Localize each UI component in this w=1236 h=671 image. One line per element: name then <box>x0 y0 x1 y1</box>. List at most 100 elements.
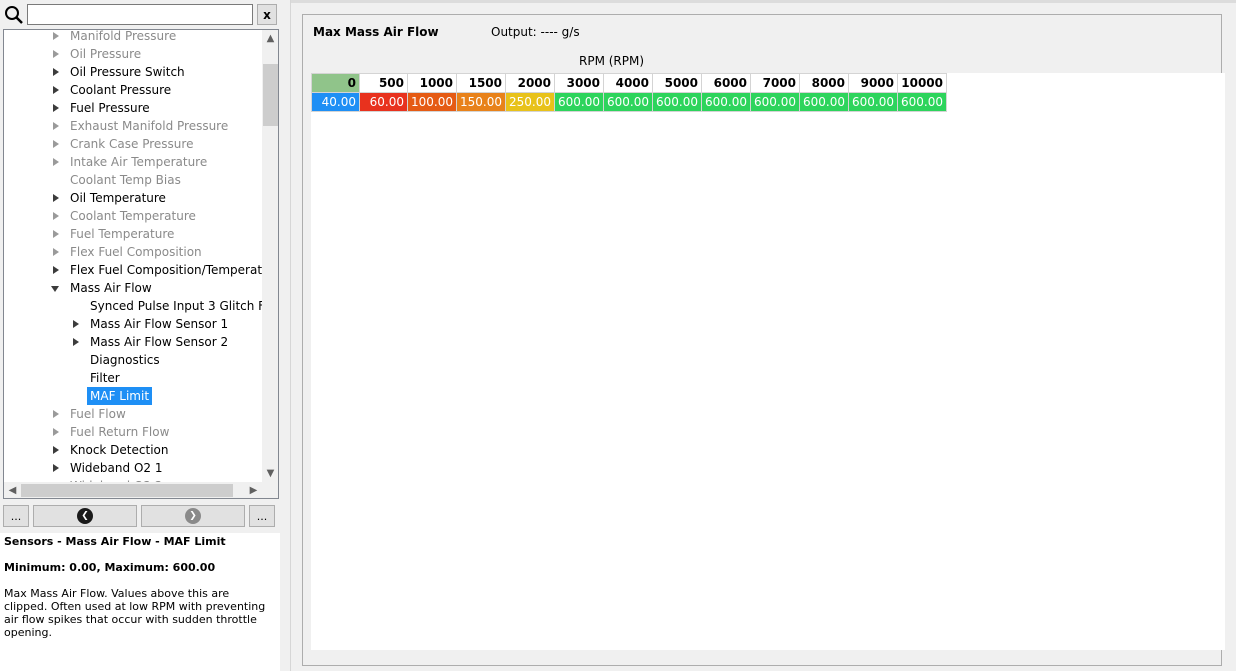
tree-item[interactable]: Oil Pressure Switch <box>4 63 262 81</box>
tree-item[interactable]: Oil Temperature <box>4 189 262 207</box>
table-title: Max Mass Air Flow <box>313 25 439 39</box>
vertical-scrollbar[interactable]: ▲ ▼ <box>262 30 278 482</box>
column-header-cell[interactable]: 3000 <box>554 73 604 93</box>
horizontal-scrollbar[interactable]: ◀ ▶ <box>4 482 262 498</box>
value-cell[interactable]: 100.00 <box>407 92 457 112</box>
value-cell[interactable]: 600.00 <box>554 92 604 112</box>
tree-item[interactable]: Coolant Temp Bias <box>4 171 262 189</box>
tree-item-label: Coolant Temp Bias <box>70 173 181 187</box>
tree-item[interactable]: Flex Fuel Composition/Temperature S <box>4 261 262 279</box>
tree-item-label: Mass Air Flow Sensor 1 <box>90 317 229 331</box>
tree-item[interactable]: Oil Pressure <box>4 45 262 63</box>
value-cell[interactable]: 600.00 <box>848 92 898 112</box>
collapsed-arrow-icon[interactable] <box>73 320 79 328</box>
tree-item[interactable]: Mass Air Flow <box>4 279 262 297</box>
value-cell[interactable]: 150.00 <box>456 92 506 112</box>
collapsed-arrow-icon[interactable] <box>53 266 59 274</box>
column-header-cell[interactable]: 5000 <box>652 73 702 93</box>
column-header-cell[interactable]: 10000 <box>897 73 947 93</box>
collapsed-arrow-icon[interactable] <box>53 104 59 112</box>
search-input[interactable] <box>27 4 253 25</box>
collapsed-arrow-icon[interactable] <box>53 68 59 76</box>
tree-item[interactable]: Knock Detection <box>4 441 262 459</box>
tree-item[interactable]: MAF Limit <box>4 387 262 405</box>
value-cell[interactable]: 600.00 <box>897 92 947 112</box>
axis-value-cell[interactable]: 40.00 <box>311 92 360 112</box>
scroll-up-icon[interactable]: ▲ <box>262 30 278 47</box>
collapsed-arrow-icon[interactable] <box>53 446 59 454</box>
tree-item[interactable]: Synced Pulse Input 3 Glitch Filter <box>4 297 262 315</box>
tree-item-label: Fuel Flow <box>70 407 126 421</box>
collapsed-arrow-icon[interactable] <box>53 428 59 436</box>
column-header-cell[interactable]: 6000 <box>701 73 751 93</box>
tree-item[interactable]: Coolant Pressure <box>4 81 262 99</box>
hscroll-thumb[interactable] <box>21 484 233 497</box>
collapsed-arrow-icon[interactable] <box>53 410 59 418</box>
value-cell[interactable]: 600.00 <box>799 92 849 112</box>
collapsed-arrow-icon[interactable] <box>53 86 59 94</box>
tree-item[interactable]: Intake Air Temperature <box>4 153 262 171</box>
more-left-button[interactable]: ... <box>3 505 29 527</box>
tree-item[interactable]: Mass Air Flow Sensor 2 <box>4 333 262 351</box>
tree-item-label: Fuel Temperature <box>70 227 175 241</box>
tree-item[interactable]: Exhaust Manifold Pressure <box>4 117 262 135</box>
value-cell[interactable]: 60.00 <box>359 92 408 112</box>
collapsed-arrow-icon[interactable] <box>53 464 59 472</box>
column-header-cell[interactable]: 500 <box>359 73 408 93</box>
search-bar: x <box>0 0 282 28</box>
tree-item-label: Oil Temperature <box>70 191 166 205</box>
tree-item[interactable]: Fuel Temperature <box>4 225 262 243</box>
scroll-left-icon[interactable]: ◀ <box>4 482 21 498</box>
tree-item[interactable]: Flex Fuel Composition <box>4 243 262 261</box>
value-cell[interactable]: 600.00 <box>750 92 800 112</box>
value-cell[interactable]: 600.00 <box>652 92 702 112</box>
tree-item[interactable]: Fuel Pressure <box>4 99 262 117</box>
column-header-cell[interactable]: 2000 <box>505 73 555 93</box>
scroll-thumb[interactable] <box>263 64 278 126</box>
collapsed-arrow-icon[interactable] <box>53 32 59 40</box>
tree-item[interactable]: Filter <box>4 369 262 387</box>
collapsed-arrow-icon[interactable] <box>53 158 59 166</box>
tree-item[interactable]: Diagnostics <box>4 351 262 369</box>
info-description: Max Mass Air Flow. Values above this are… <box>4 587 266 639</box>
tree-item[interactable]: Crank Case Pressure <box>4 135 262 153</box>
search-icon[interactable] <box>3 4 25 26</box>
expanded-arrow-icon[interactable] <box>51 286 59 292</box>
column-header-cell[interactable]: 7000 <box>750 73 800 93</box>
tree-item[interactable]: Wideband O2 1 <box>4 459 262 477</box>
column-header-cell[interactable]: 8000 <box>799 73 849 93</box>
collapsed-arrow-icon[interactable] <box>53 140 59 148</box>
table-area: 0 500 1000 1500 2000 3000 4000 5000 6000 7000 800… <box>311 73 1225 650</box>
back-button[interactable]: ❮ <box>33 505 137 527</box>
tree-item[interactable]: Coolant Temperature <box>4 207 262 225</box>
tree-item[interactable]: Fuel Flow <box>4 405 262 423</box>
collapsed-arrow-icon[interactable] <box>53 212 59 220</box>
collapsed-arrow-icon[interactable] <box>53 122 59 130</box>
column-header-cell[interactable]: 1500 <box>456 73 506 93</box>
tree-item-label: Oil Pressure Switch <box>70 65 185 79</box>
forward-button[interactable]: ❯ <box>141 505 245 527</box>
tree-item-label: Coolant Temperature <box>70 209 196 223</box>
column-header-cell[interactable]: 9000 <box>848 73 898 93</box>
collapsed-arrow-icon[interactable] <box>73 338 79 346</box>
clear-search-button[interactable]: x <box>257 4 277 25</box>
settings-tree: Manifold Pressure Oil Pressure Oil Pressur… <box>3 29 279 499</box>
collapsed-arrow-icon[interactable] <box>53 248 59 256</box>
corner-cell[interactable]: 0 <box>311 73 360 93</box>
column-header-cell[interactable]: 1000 <box>407 73 457 93</box>
scroll-right-icon[interactable]: ▶ <box>245 482 262 498</box>
collapsed-arrow-icon[interactable] <box>53 194 59 202</box>
value-cell[interactable]: 250.00 <box>505 92 555 112</box>
table-editor: Max Mass Air Flow Output: ---- g/s RPM (… <box>302 14 1225 666</box>
collapsed-arrow-icon[interactable] <box>53 230 59 238</box>
tree-item[interactable]: Mass Air Flow Sensor 1 <box>4 315 262 333</box>
column-header-cell[interactable]: 4000 <box>603 73 653 93</box>
value-cell[interactable]: 600.00 <box>701 92 751 112</box>
tree-item[interactable]: Fuel Return Flow <box>4 423 262 441</box>
pane-splitter[interactable] <box>282 0 290 671</box>
more-right-button[interactable]: ... <box>249 505 275 527</box>
scroll-down-icon[interactable]: ▼ <box>262 465 278 482</box>
tree-item[interactable]: Manifold Pressure <box>4 30 262 45</box>
value-cell[interactable]: 600.00 <box>603 92 653 112</box>
collapsed-arrow-icon[interactable] <box>53 50 59 58</box>
